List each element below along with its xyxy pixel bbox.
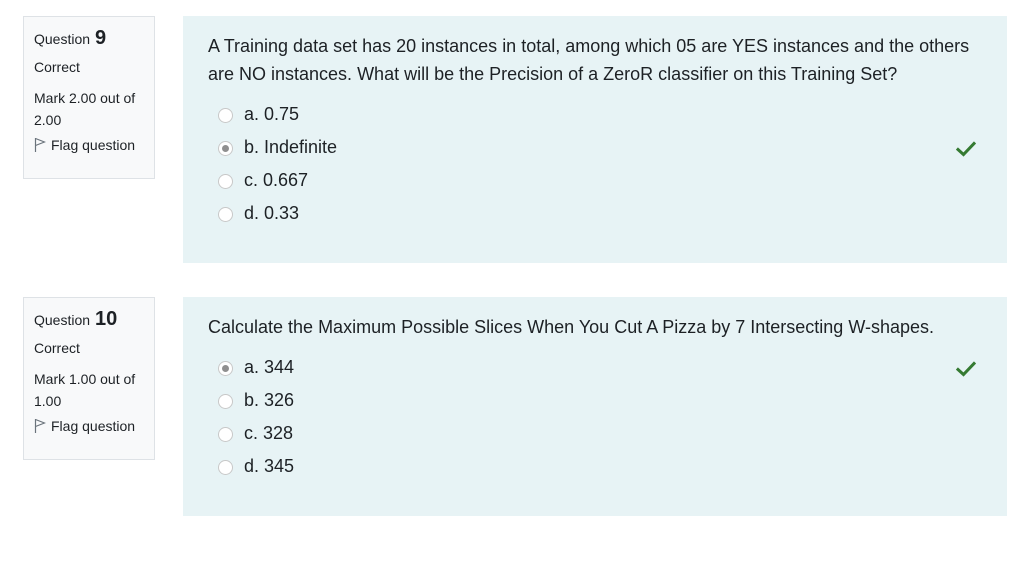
answer-radio-c[interactable] <box>218 174 233 189</box>
answer-option-b[interactable]: b. Indefinite <box>208 133 982 166</box>
flag-question-label: Flag question <box>51 418 136 434</box>
answer-option-a[interactable]: a. 0.75 <box>208 100 982 133</box>
answer-radio-d[interactable] <box>218 207 233 222</box>
check-icon <box>956 141 976 157</box>
question-info-9: Question 9 Correct Mark 2.00 out of 2.00… <box>23 16 155 179</box>
answer-label-c: c. 328 <box>244 423 294 443</box>
answer-radio-b[interactable] <box>218 394 233 409</box>
check-icon <box>956 361 976 377</box>
answer-option-c[interactable]: c. 0.667 <box>208 166 982 199</box>
answer-label-b: b. 326 <box>244 390 295 410</box>
answer-options: a. 0.75 b. Indefinite c. 0.667 d. 0.33 <box>208 100 982 232</box>
flag-question-button[interactable]: Flag question <box>34 418 144 434</box>
answer-label-c: c. 0.667 <box>244 170 309 190</box>
question-grade: Mark 2.00 out of 2.00 <box>34 90 136 128</box>
answer-radio-a[interactable] <box>218 108 233 123</box>
question-content-10: Calculate the Maximum Possible Slices Wh… <box>183 297 1007 516</box>
answer-option-b[interactable]: b. 326 <box>208 386 982 419</box>
question-content-9: A Training data set has 20 instances in … <box>183 16 1007 263</box>
answer-option-c[interactable]: c. 328 <box>208 419 982 452</box>
question-label: Question <box>34 312 91 328</box>
question-text: Calculate the Maximum Possible Slices Wh… <box>208 317 935 337</box>
flag-question-label: Flag question <box>51 137 136 153</box>
question-state: Correct <box>34 59 80 75</box>
answer-label-d: d. 0.33 <box>244 203 300 223</box>
flag-question-button[interactable]: Flag question <box>34 137 144 153</box>
question-grade: Mark 1.00 out of 1.00 <box>34 371 136 409</box>
answer-radio-a[interactable] <box>218 361 233 376</box>
answer-radio-b[interactable] <box>218 141 233 156</box>
question-text: A Training data set has 20 instances in … <box>208 36 970 84</box>
answer-options: a. 344 b. 326 c. 328 d. 345 <box>208 353 982 485</box>
question-label: Question <box>34 31 91 47</box>
answer-radio-d[interactable] <box>218 460 233 475</box>
question-number-value: 10 <box>95 308 118 330</box>
flag-icon <box>34 137 46 152</box>
answer-label-d: d. 345 <box>244 456 295 476</box>
question-info-10: Question 10 Correct Mark 1.00 out of 1.0… <box>23 297 155 460</box>
flag-icon <box>34 418 46 433</box>
answer-label-a: a. 0.75 <box>244 104 300 124</box>
answer-label-a: a. 344 <box>244 357 295 377</box>
answer-radio-c[interactable] <box>218 427 233 442</box>
answer-option-d[interactable]: d. 345 <box>208 452 982 485</box>
answer-label-b: b. Indefinite <box>244 137 338 157</box>
answer-option-d[interactable]: d. 0.33 <box>208 199 982 232</box>
answer-option-a[interactable]: a. 344 <box>208 353 982 386</box>
question-number: Question 9 <box>34 27 144 50</box>
question-number: Question 10 <box>34 308 144 331</box>
question-number-value: 9 <box>95 27 107 49</box>
question-state: Correct <box>34 340 80 356</box>
